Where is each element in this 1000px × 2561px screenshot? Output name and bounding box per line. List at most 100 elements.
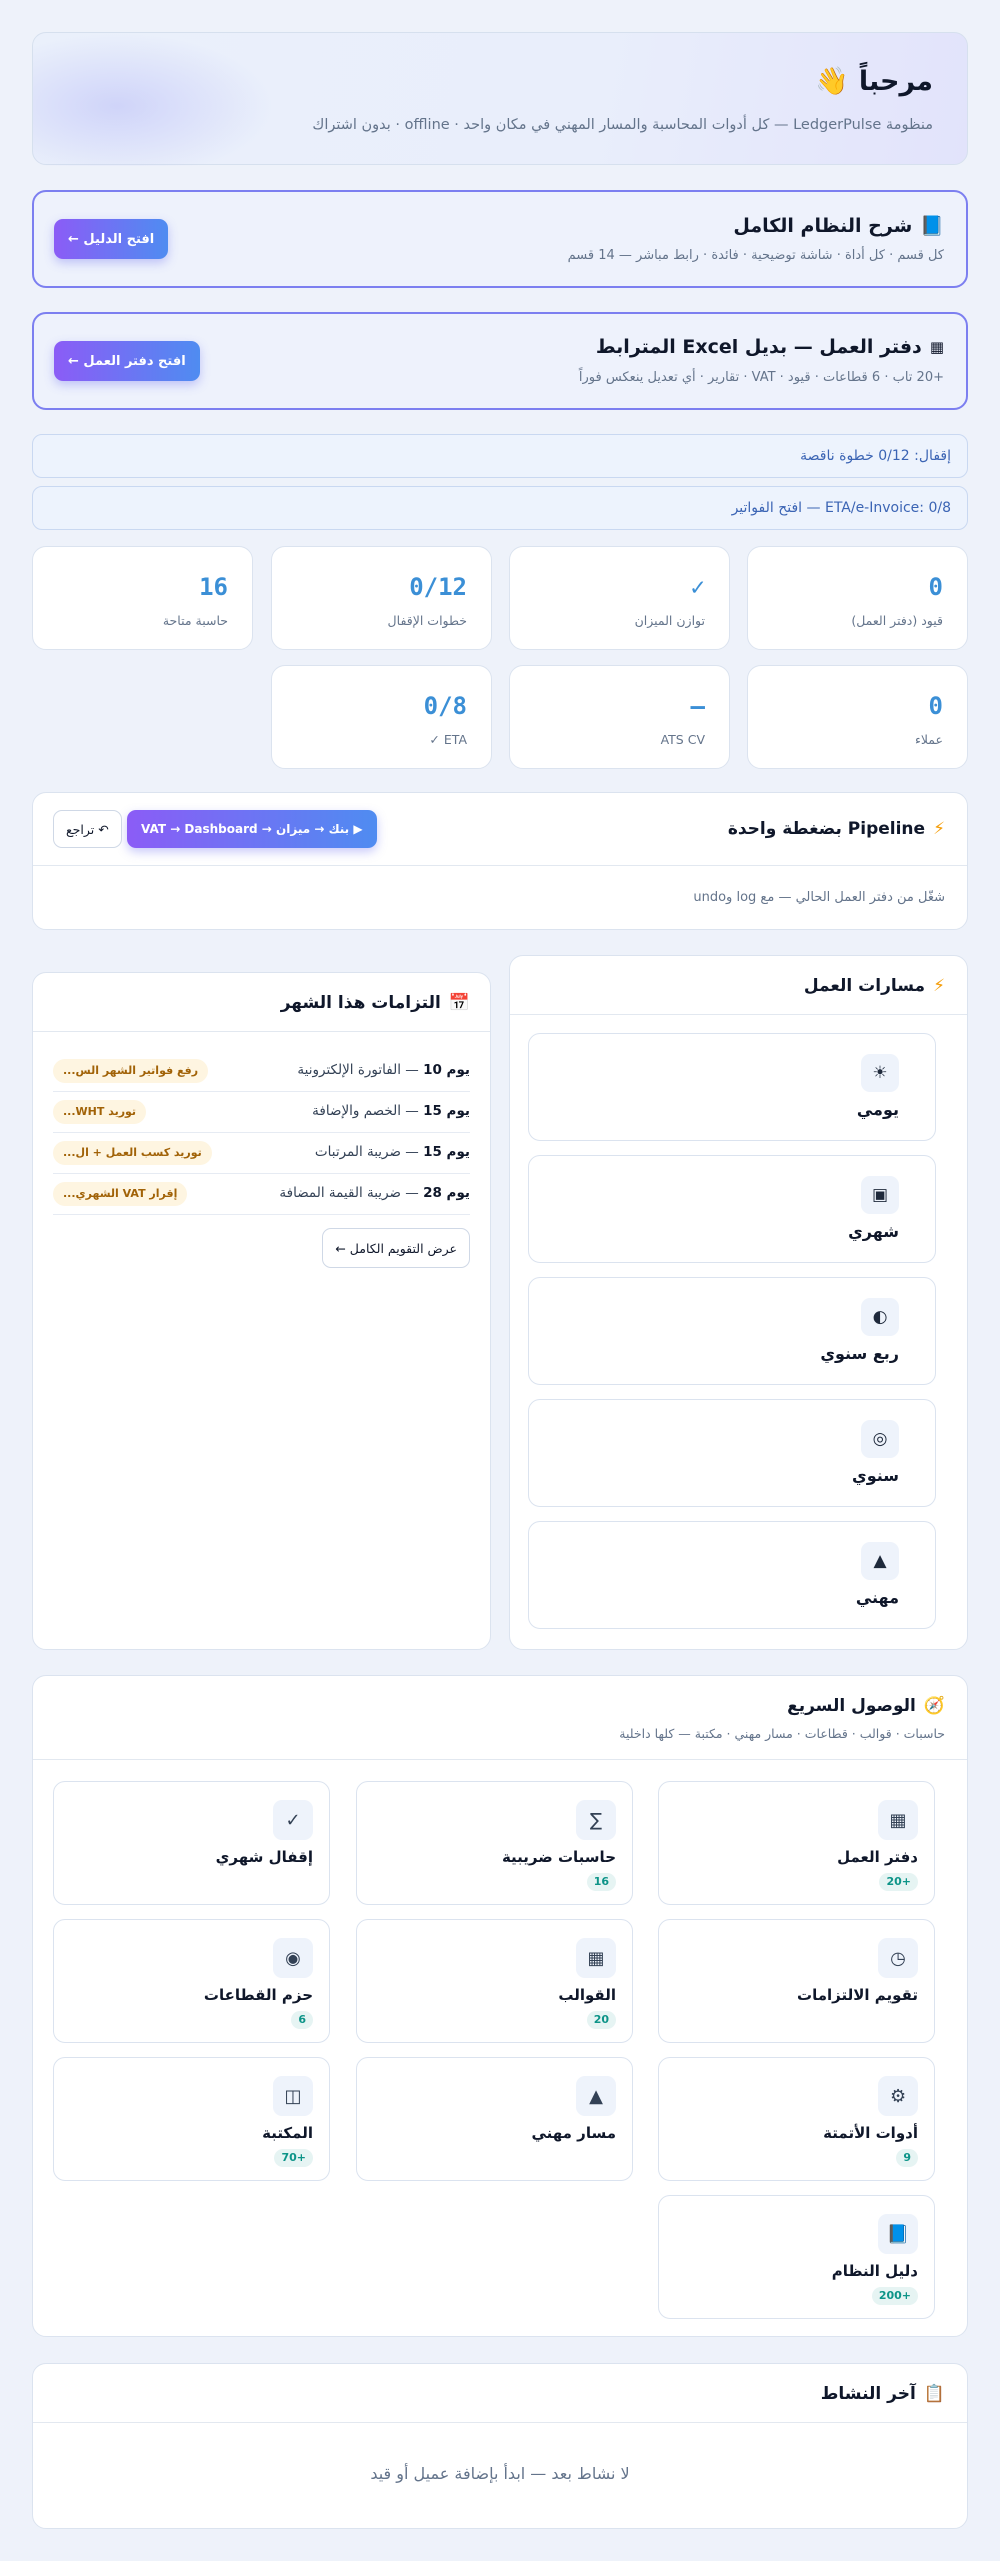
quick-career-path[interactable]: ▲ مسار مهني [356, 2057, 633, 2181]
obligation-row[interactable]: يوم 28 — ضريبة القيمة المضافة إقرار VAT … [53, 1174, 470, 1215]
closing-notice[interactable]: إقفال: 0/12 خطوة ناقصة [32, 434, 968, 478]
quick-label: إقفال شهري [215, 1848, 313, 1866]
system-guide-card[interactable]: 📘 شرح النظام الكامل كل قسم · كل أداة · ش… [32, 190, 968, 288]
workflow-monthly[interactable]: ▣ شهري [528, 1155, 936, 1263]
quick-label: حزم القطاعات [203, 1986, 313, 2004]
workbook-title: دفتر العمل — بديل Excel المترابط [595, 336, 922, 358]
quick-obligations-calendar[interactable]: ◷ تقويم الالتزامات [658, 1919, 935, 2043]
quick-tax-calculators[interactable]: ∑ حاسبات ضريبية 16 [356, 1781, 633, 1905]
quick-label: دليل النظام [831, 2262, 918, 2280]
closing-notice-text: إقفال: 0/12 خطوة ناقصة [800, 448, 951, 464]
open-workbook-button[interactable]: افتح دفتر العمل ← [54, 341, 200, 381]
quick-workbook[interactable]: ▦ دفتر العمل +20 [658, 1781, 935, 1905]
view-calendar-button[interactable]: عرض التقويم الكامل ← [322, 1228, 470, 1268]
open-guide-button[interactable]: افتح الدليل ← [54, 219, 169, 259]
pipeline-description: شغّل من دفتر العمل الحالي — مع log وundo [693, 890, 945, 905]
pipeline-title: Pipeline بضغطة واحدة [727, 819, 926, 839]
stat-label: ATS CV [660, 732, 705, 747]
quick-sector-packs[interactable]: ◉ حزم القطاعات 6 [53, 1919, 330, 2043]
quick-access-subtitle: حاسبات · قوالب · قطاعات · مسار مهني · مك… [619, 1726, 945, 1741]
obligations-panel: 📅 التزامات هذا الشهر يوم 10 — الفاتورة ا… [32, 972, 491, 1650]
workflow-quarterly[interactable]: ◐ ربع سنوي [528, 1277, 936, 1385]
stat-label: حاسبة متاحة [162, 613, 228, 628]
obligation-tag: إقرار VAT الشهري... [53, 1182, 188, 1206]
eta-notice-text: ETA/e-Invoice: 0/8 — افتح الفواتير [731, 500, 951, 516]
workflow-label: سنوي [852, 1466, 899, 1485]
grid-icon: ▦ [576, 1938, 616, 1978]
run-pipeline-button[interactable]: ▶ بنك → ميزان → VAT → Dashboard [127, 810, 377, 848]
check-icon: ✓ [273, 1800, 313, 1840]
quick-monthly-closing[interactable]: ✓ إقفال شهري [53, 1781, 330, 1905]
divider [33, 1759, 967, 1760]
count-badge: 9 [896, 2149, 918, 2167]
target-icon: ◉ [273, 1938, 313, 1978]
stat-balance: ✓ توازن الميزان [509, 546, 730, 650]
quick-automation-tools[interactable]: ⚙ أدوات الأتمتة 9 [658, 2057, 935, 2181]
workflow-label: يومي [856, 1100, 899, 1119]
book-columns-icon: ◫ [273, 2076, 313, 2116]
stat-value: ✓ [690, 573, 705, 601]
workflows-panel: ⚡ مسارات العمل ☀ يومي ▣ شهري ◐ ربع سنوي … [509, 955, 968, 1650]
obligation-row[interactable]: يوم 15 — ضريبة المرتبات توريد كسب العمل … [53, 1133, 470, 1174]
activity-empty-state: لا نشاط بعد — ابدأ بإضافة عميل أو قيد [370, 2464, 630, 2483]
eta-notice[interactable]: ETA/e-Invoice: 0/8 — افتح الفواتير [32, 486, 968, 530]
obligation-row[interactable]: يوم 15 — الخصم والإضافة توريد WHT... [53, 1092, 470, 1133]
undo-button[interactable]: ↶ تراجع [53, 810, 122, 848]
quick-label: أدوات الأتمتة [823, 2124, 918, 2142]
pipeline-panel: ⚡ Pipeline بضغطة واحدة ▶ بنك → ميزان → V… [32, 792, 968, 930]
square-icon: ▣ [861, 1176, 899, 1214]
stat-label: ETA ✓ [429, 732, 467, 747]
workflows-title: مسارات العمل [803, 976, 926, 996]
banner-decoration [33, 33, 273, 166]
book-icon: 📘 [920, 215, 944, 237]
quick-library[interactable]: ◫ المكتبة +70 [53, 2057, 330, 2181]
compass-icon: 🧭 [923, 1696, 945, 1716]
divider [33, 2422, 967, 2423]
obligation-tag: توريد كسب العمل + ال... [53, 1141, 212, 1165]
workflow-professional[interactable]: ▲ مهني [528, 1521, 936, 1629]
grid-icon: ▦ [878, 1800, 918, 1840]
divider [33, 1031, 490, 1032]
triangle-icon: ▲ [576, 2076, 616, 2116]
stat-value: 0 [928, 692, 943, 720]
workflow-annual[interactable]: ◎ سنوي [528, 1399, 936, 1507]
sigma-icon: ∑ [576, 1800, 616, 1840]
guide-subtitle: كل قسم · كل أداة · شاشة توضيحية · فائدة … [567, 248, 944, 263]
quick-templates[interactable]: ▦ القوالب 20 [356, 1919, 633, 2043]
target-icon: ◎ [861, 1420, 899, 1458]
stat-clients: 0 عملاء [747, 665, 968, 769]
gear-icon: ⚙ [878, 2076, 918, 2116]
quick-label: القوالب [558, 1986, 616, 2004]
obligation-desc: — الخصم والإضافة [312, 1103, 424, 1119]
clock-icon: ◷ [878, 1938, 918, 1978]
obligation-tag: رفع فواتير الشهر الس... [53, 1059, 209, 1083]
waving-hand-icon: 👋 [815, 66, 849, 97]
workbook-card[interactable]: ▦ دفتر العمل — بديل Excel المترابط +20 ت… [32, 312, 968, 410]
obligation-row[interactable]: يوم 10 — الفاتورة الإلكترونية رفع فواتير… [53, 1051, 470, 1092]
welcome-banner: مرحباً 👋 منظومة LedgerPulse — كل أدوات ا… [32, 32, 968, 166]
quick-label: دفتر العمل [837, 1848, 918, 1866]
stat-value: 16 [199, 573, 228, 601]
workflow-daily[interactable]: ☀ يومي [528, 1033, 936, 1141]
obligation-desc: — ضريبة القيمة المضافة [279, 1185, 424, 1201]
quick-label: مسار مهني [531, 2124, 616, 2142]
activity-title: آخر النشاط [820, 2384, 916, 2404]
quick-access-title: الوصول السريع [787, 1696, 916, 1716]
obligation-day: يوم 15 [423, 1144, 470, 1160]
stat-entries: 0 قيود (دفتر العمل) [747, 546, 968, 650]
divider [33, 865, 967, 866]
quick-label: المكتبة [262, 2124, 313, 2142]
quick-label: حاسبات ضريبية [501, 1848, 616, 1866]
quick-access-panel: 🧭 الوصول السريع حاسبات · قوالب · قطاعات … [32, 1675, 968, 2337]
stat-calculators: 16 حاسبة متاحة [32, 546, 253, 650]
obligation-tag: توريد WHT... [53, 1100, 147, 1124]
lightning-icon: ⚡ [933, 819, 945, 839]
obligation-day: يوم 15 [423, 1103, 470, 1119]
count-badge: +20 [879, 1873, 918, 1891]
quick-system-guide[interactable]: 📘 دليل النظام +200 [658, 2195, 935, 2319]
obligation-desc: — ضريبة المرتبات [314, 1144, 424, 1160]
welcome-title: مرحباً [858, 65, 933, 97]
stat-ats-cv: – ATS CV [509, 665, 730, 769]
divider [510, 1014, 967, 1015]
stat-value: – [690, 692, 705, 720]
